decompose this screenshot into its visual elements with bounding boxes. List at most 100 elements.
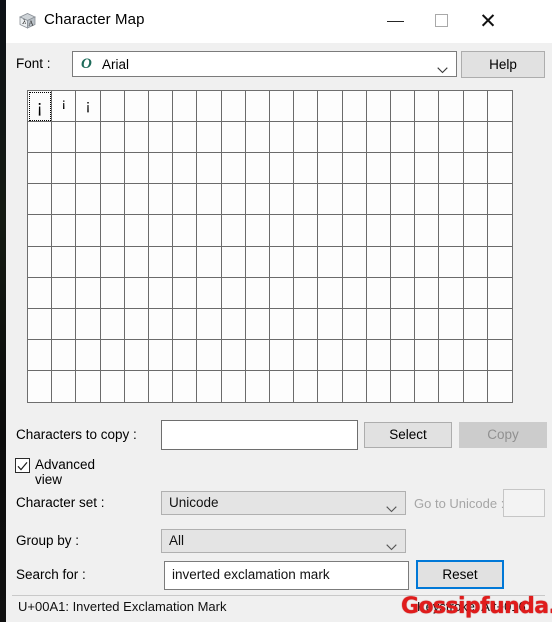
character-cell[interactable] [100, 370, 125, 402]
font-combobox[interactable]: O Arial [72, 51, 457, 77]
character-cell[interactable] [415, 122, 440, 154]
character-cell[interactable] [439, 122, 464, 154]
character-cell[interactable] [173, 215, 198, 247]
character-cell[interactable] [439, 153, 464, 185]
character-cell[interactable] [270, 153, 295, 185]
select-button[interactable]: Select [364, 422, 452, 448]
character-cell[interactable] [294, 91, 319, 123]
character-cell[interactable] [245, 246, 270, 278]
character-cell[interactable] [149, 215, 174, 247]
character-cell[interactable] [366, 215, 391, 247]
character-cell[interactable] [366, 122, 391, 154]
character-cell[interactable] [294, 153, 319, 185]
character-cell[interactable] [52, 215, 77, 247]
character-cell[interactable] [76, 184, 101, 216]
character-cell[interactable] [197, 370, 222, 402]
character-cell[interactable] [173, 153, 198, 185]
character-cell[interactable] [270, 308, 295, 340]
character-cell[interactable] [391, 339, 416, 371]
character-cell[interactable] [463, 246, 488, 278]
character-cell[interactable] [149, 277, 174, 309]
character-cell[interactable] [100, 308, 125, 340]
character-cell[interactable] [124, 277, 149, 309]
character-cell[interactable] [28, 215, 53, 247]
character-set-combobox[interactable]: Unicode [161, 491, 406, 515]
character-cell[interactable] [52, 184, 77, 216]
character-cell[interactable] [149, 308, 174, 340]
character-cell[interactable] [294, 246, 319, 278]
character-cell[interactable] [124, 308, 149, 340]
group-by-combobox[interactable]: All [161, 529, 406, 553]
character-cell[interactable] [366, 91, 391, 123]
character-cell[interactable] [463, 308, 488, 340]
character-cell[interactable] [197, 91, 222, 123]
character-cell[interactable] [318, 308, 343, 340]
character-cell[interactable] [318, 91, 343, 123]
character-grid[interactable]: ¡ ¡ ¡ [27, 90, 513, 403]
character-cell[interactable] [100, 122, 125, 154]
character-cell[interactable] [221, 308, 246, 340]
character-cell[interactable] [52, 370, 77, 402]
character-cell[interactable] [487, 153, 512, 185]
character-cell[interactable] [270, 122, 295, 154]
character-cell[interactable] [149, 246, 174, 278]
character-cell[interactable] [221, 122, 246, 154]
character-cell[interactable] [439, 246, 464, 278]
character-cell[interactable] [463, 184, 488, 216]
character-cell[interactable] [391, 122, 416, 154]
character-cell[interactable] [415, 91, 440, 123]
character-cell[interactable] [342, 184, 367, 216]
character-cell[interactable] [342, 246, 367, 278]
character-cell[interactable] [221, 339, 246, 371]
character-cell[interactable] [124, 122, 149, 154]
character-cell[interactable] [270, 370, 295, 402]
character-cell[interactable] [366, 277, 391, 309]
character-cell[interactable] [366, 339, 391, 371]
character-cell[interactable] [318, 215, 343, 247]
character-cell[interactable] [28, 153, 53, 185]
character-cell[interactable] [342, 370, 367, 402]
character-cell[interactable] [342, 277, 367, 309]
character-cell[interactable] [124, 91, 149, 123]
character-cell[interactable] [439, 277, 464, 309]
character-cell[interactable] [221, 153, 246, 185]
help-button[interactable]: Help [461, 51, 545, 78]
character-cell[interactable] [463, 339, 488, 371]
character-cell[interactable] [245, 339, 270, 371]
close-button[interactable]: ✕ [465, 0, 511, 43]
character-cell[interactable] [270, 246, 295, 278]
character-cell[interactable] [221, 184, 246, 216]
character-cell[interactable] [197, 184, 222, 216]
character-cell[interactable] [439, 91, 464, 123]
character-cell[interactable] [294, 215, 319, 247]
character-cell[interactable] [318, 277, 343, 309]
character-cell[interactable] [76, 215, 101, 247]
character-cell[interactable] [221, 370, 246, 402]
character-cell[interactable] [487, 122, 512, 154]
character-cell[interactable] [28, 122, 53, 154]
character-cell[interactable] [124, 339, 149, 371]
character-cell[interactable] [100, 277, 125, 309]
character-cell[interactable] [487, 339, 512, 371]
character-cell[interactable] [173, 308, 198, 340]
character-cell[interactable] [342, 153, 367, 185]
character-cell[interactable] [439, 215, 464, 247]
character-cell[interactable] [294, 370, 319, 402]
character-cell[interactable] [487, 184, 512, 216]
character-cell[interactable] [318, 153, 343, 185]
character-cell[interactable] [487, 246, 512, 278]
character-cell[interactable] [197, 308, 222, 340]
character-cell[interactable] [173, 246, 198, 278]
character-cell[interactable] [149, 184, 174, 216]
character-cell[interactable] [294, 308, 319, 340]
character-cell[interactable] [391, 308, 416, 340]
character-cell[interactable] [173, 91, 198, 123]
character-cell[interactable] [415, 215, 440, 247]
character-cell[interactable] [100, 184, 125, 216]
character-cell[interactable] [149, 339, 174, 371]
character-cell[interactable]: ¡ [28, 91, 53, 123]
character-cell[interactable] [366, 308, 391, 340]
character-cell[interactable] [100, 246, 125, 278]
character-cell[interactable] [173, 370, 198, 402]
character-cell[interactable] [173, 184, 198, 216]
